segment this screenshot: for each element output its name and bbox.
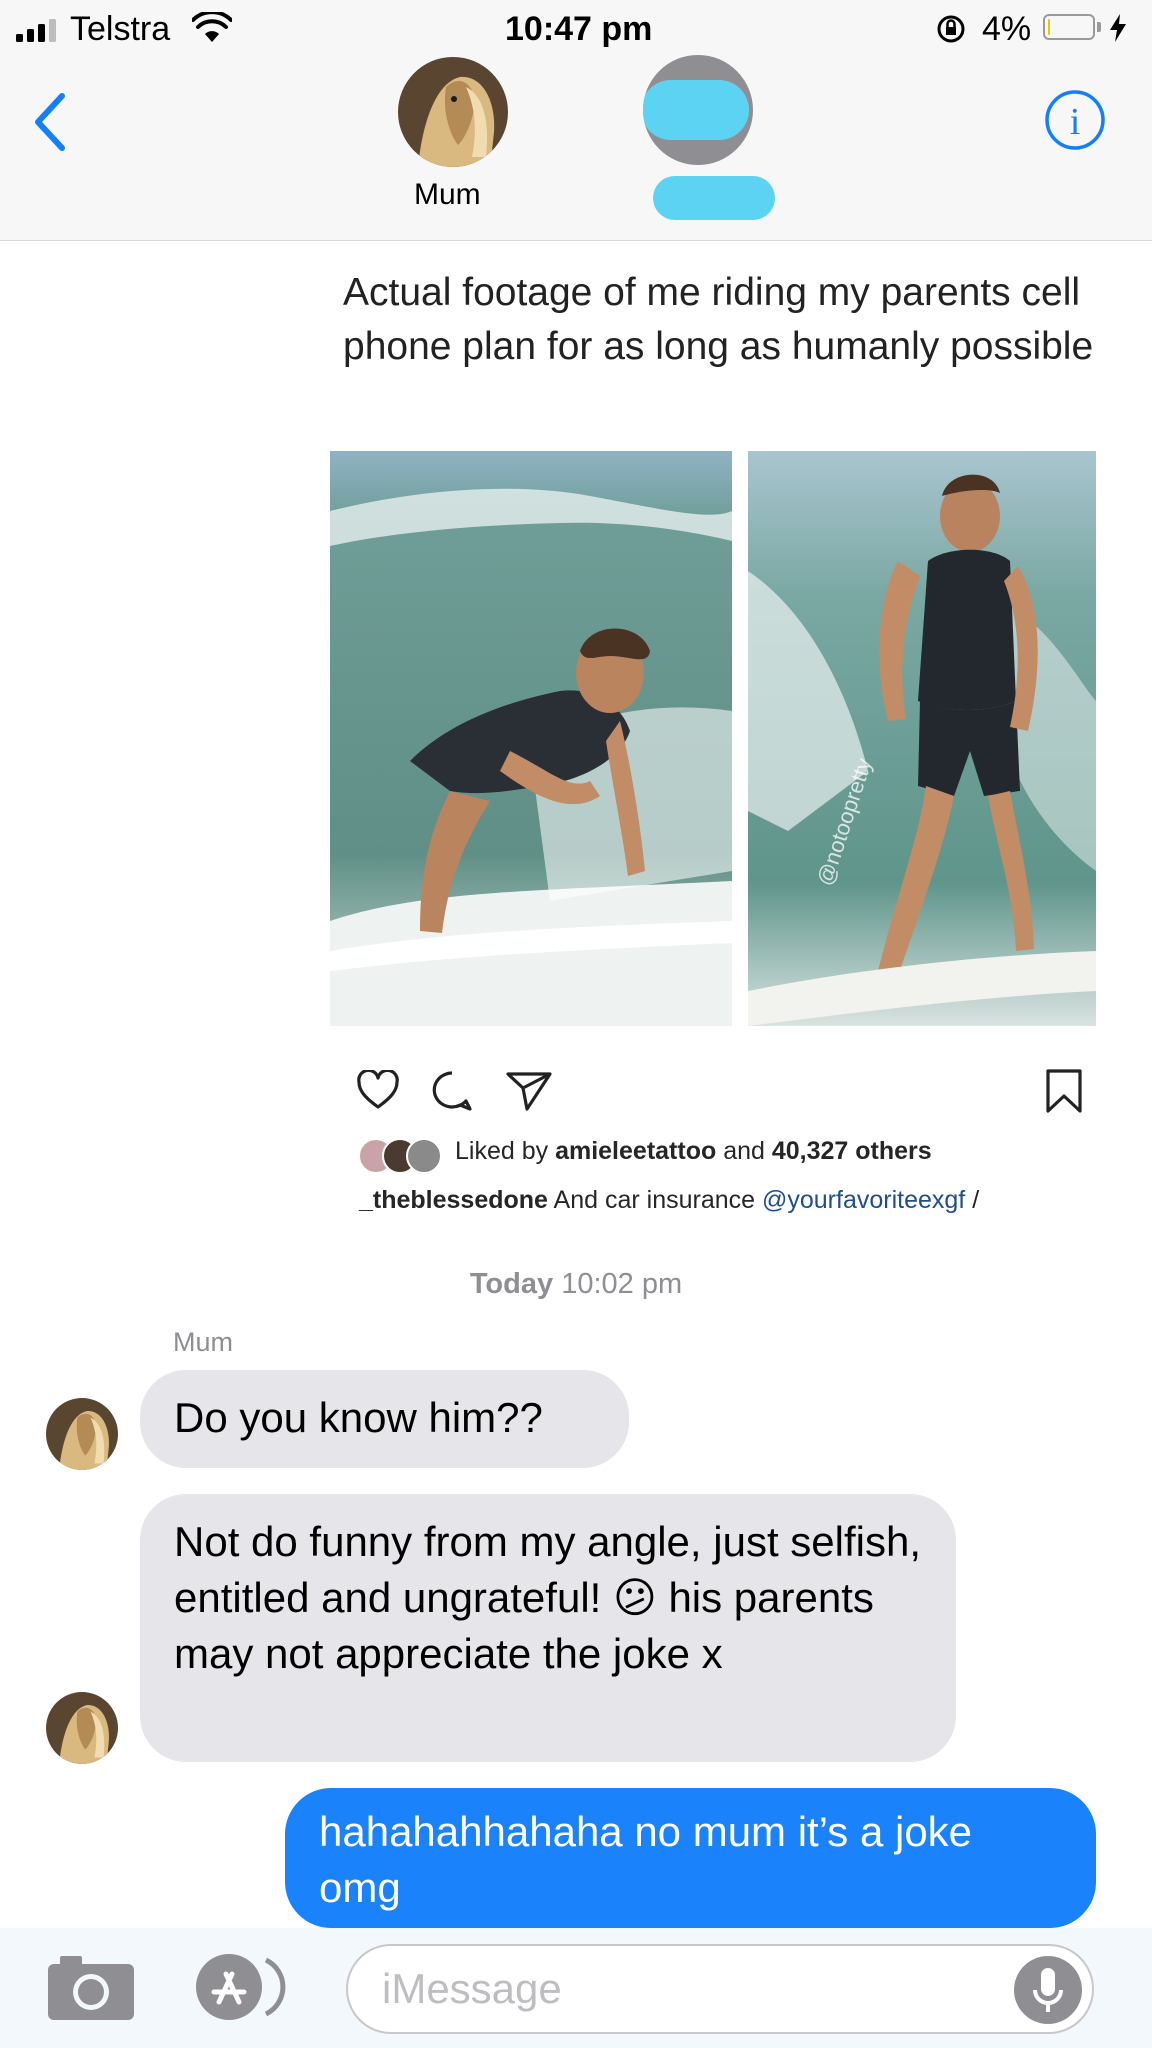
- app-store-icon[interactable]: [194, 1952, 294, 2027]
- clock: 10:47 pm: [505, 10, 653, 48]
- battery-percent: 4%: [982, 10, 1032, 48]
- camera-icon[interactable]: [46, 1952, 136, 2027]
- svg-text:i: i: [1070, 101, 1081, 143]
- thread-timestamp: Today 10:02 pm: [469, 1268, 683, 1300]
- message-bubble-sent[interactable]: hahahahhahaha no mum it’s a joke omg: [285, 1788, 1096, 1928]
- charging-bolt-icon: [1110, 14, 1126, 47]
- likes-count: 40,327 others: [771, 1137, 932, 1165]
- message-avatar-mum[interactable]: [46, 1692, 118, 1764]
- back-chevron-icon[interactable]: [32, 92, 68, 157]
- contact-avatar-redacted[interactable]: [643, 55, 753, 165]
- imessage-input[interactable]: iMessage: [346, 1944, 1094, 2034]
- liked-by-text: Liked by amieleetattoo and 40,327 others: [455, 1137, 932, 1165]
- post-caption: Actual footage of me riding my parents c…: [343, 271, 1094, 368]
- comment-suffix: /: [972, 1186, 980, 1214]
- imessage-placeholder: iMessage: [382, 1965, 562, 2012]
- contact-avatar-mum[interactable]: [398, 57, 508, 167]
- orientation-lock-icon: [936, 14, 966, 49]
- comment-username: _theblessedone: [359, 1186, 548, 1214]
- bookmark-icon: [1044, 1068, 1084, 1114]
- surf-photo-right: @notoopretty: [748, 451, 1096, 1026]
- wifi-icon: [191, 10, 233, 49]
- post-comment: _theblessedone And car insurance @yourfa…: [359, 1186, 979, 1215]
- liker-username: amieleetattoo: [555, 1137, 717, 1165]
- carrier-name: Telstra: [70, 10, 171, 48]
- battery-icon: [1043, 14, 1095, 40]
- share-paperplane-icon: [505, 1070, 553, 1112]
- battery-cap: [1097, 22, 1101, 32]
- like-heart-icon: [356, 1070, 400, 1110]
- message-avatar-mum[interactable]: [46, 1398, 118, 1470]
- microphone-icon[interactable]: [1012, 1954, 1084, 2031]
- battery-level: [1048, 19, 1050, 35]
- info-icon[interactable]: i: [1043, 88, 1107, 157]
- message-bubble-received[interactable]: Do you know him??: [140, 1370, 629, 1468]
- surf-photo-left: [330, 451, 732, 1026]
- comment-mention: @yourfavoriteexgf: [762, 1186, 966, 1214]
- message-bubble-received[interactable]: Not do funny from my angle, just selfish…: [140, 1494, 956, 1762]
- comment-text: And car insurance: [553, 1186, 756, 1214]
- signal-icon: [16, 18, 62, 47]
- redaction-mark: [643, 80, 749, 140]
- comment-bubble-icon: [430, 1070, 474, 1112]
- contact-name-redacted[interactable]: [653, 176, 775, 220]
- liker-avatars: [358, 1138, 454, 1174]
- contact-name-mum[interactable]: Mum: [414, 178, 481, 212]
- sender-name: Mum: [173, 1327, 233, 1357]
